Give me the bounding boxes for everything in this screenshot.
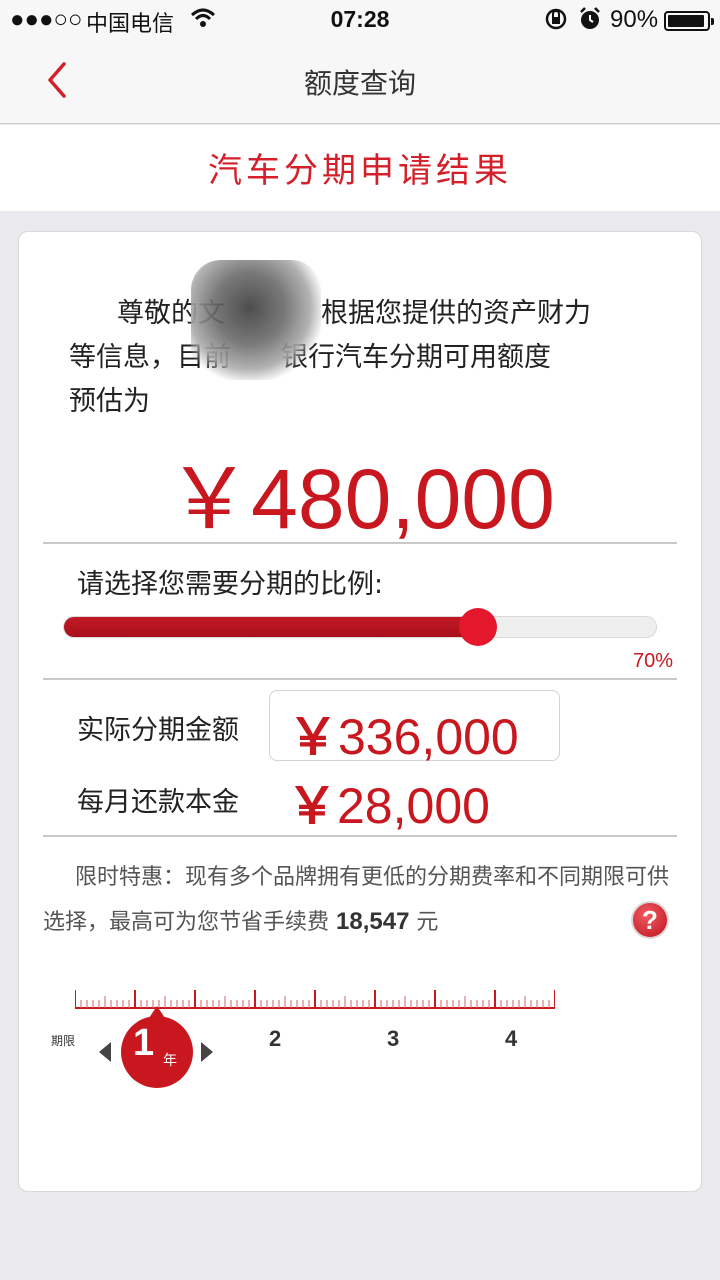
navigation-bar: 额度查询	[0, 40, 720, 124]
term-selected-badge[interactable]: 1 年	[121, 1006, 193, 1088]
rotation-lock-icon	[544, 6, 568, 39]
term-unit: 年	[163, 1053, 177, 1069]
actual-amount-field[interactable]: ￥336,000	[269, 690, 560, 765]
page-title: 额度查询	[303, 67, 416, 100]
actual-amount-label: 实际分期金额	[77, 715, 239, 746]
greeting-line1-rest: 根据您提供的资产财力	[321, 298, 591, 329]
monthly-principal-value: ￥28,000	[287, 778, 490, 834]
greeting-text: 尊敬的文 根据您提供的资产财力 等信息，目前 银行汽车分期可用额度 预估为	[69, 292, 649, 424]
slider-fill	[64, 617, 479, 637]
term-next-arrow-icon[interactable]	[201, 1042, 213, 1062]
divider	[43, 678, 677, 680]
greeting-line2-rest: 银行汽车分期可用额度	[281, 342, 551, 373]
term-option-4[interactable]: 4	[505, 1026, 517, 1052]
ratio-label: 请选择您需要分期的比例:	[77, 569, 384, 600]
term-option-3[interactable]: 3	[387, 1026, 399, 1052]
promo-text: 限时特惠：现有多个品牌拥有更低的分期费率和不同期限可供选择，最高可为您节省手续费…	[43, 856, 683, 945]
greeting-line3: 预估为	[69, 386, 150, 417]
actual-amount-value: ￥336,000	[288, 709, 519, 765]
slider-thumb[interactable]	[459, 608, 498, 646]
redaction-smudge	[191, 260, 321, 380]
term-prev-arrow-icon[interactable]	[99, 1042, 111, 1062]
ratio-slider[interactable]	[63, 608, 657, 646]
question-mark-icon[interactable]: ?	[631, 901, 669, 939]
divider	[43, 835, 677, 837]
promo-savings: 18,547	[336, 908, 410, 935]
promo-unit: 元	[416, 910, 439, 935]
result-header: 汽车分期申请结果	[0, 125, 720, 211]
monthly-principal-label: 每月还款本金	[77, 787, 239, 818]
credit-amount: ￥480,000	[167, 452, 555, 546]
term-option-2[interactable]: 2	[269, 1026, 281, 1052]
battery-icon	[664, 11, 714, 31]
term-ruler[interactable]	[75, 988, 555, 1018]
alarm-icon	[578, 6, 602, 39]
result-card: 尊敬的文 根据您提供的资产财力 等信息，目前 银行汽车分期可用额度 预估为 ￥480…	[18, 231, 702, 1192]
status-bar: ●●●○○ 中国电信 07:28 90%	[0, 0, 720, 40]
divider	[43, 542, 677, 544]
result-title: 汽车分期申请结果	[208, 151, 512, 191]
battery-percent: 90%	[610, 6, 659, 33]
term-label: 期限	[51, 1034, 76, 1048]
term-selected-value: 1	[133, 1022, 155, 1064]
ratio-percent: 70%	[632, 650, 673, 672]
